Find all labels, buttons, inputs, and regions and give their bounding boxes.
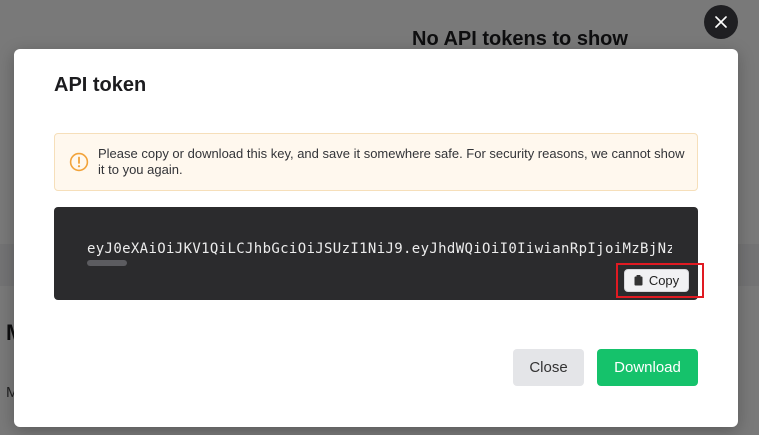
copy-button-highlight [616,263,704,298]
download-button[interactable]: Download [597,349,698,386]
warning-circle-icon [69,152,89,172]
dismiss-modal-button[interactable] [704,5,738,39]
api-token-dialog: API token Please copy or download this k… [14,49,738,427]
token-value[interactable]: eyJ0eXAiOiJKV1QiLCJhbGciOiJSUzI1NiJ9.eyJ… [87,241,672,257]
token-display: eyJ0eXAiOiJKV1QiLCJhbGciOiJSUzI1NiJ9.eyJ… [54,207,698,300]
close-icon [715,16,727,28]
close-button[interactable]: Close [513,349,584,386]
token-horizontal-scrollbar[interactable] [87,260,127,266]
warning-alert-text: Please copy or download this key, and sa… [98,146,685,177]
warning-alert: Please copy or download this key, and sa… [54,133,698,191]
dialog-title: API token [54,74,147,96]
screen: No API tokens to show M M API token Plea… [0,0,759,435]
